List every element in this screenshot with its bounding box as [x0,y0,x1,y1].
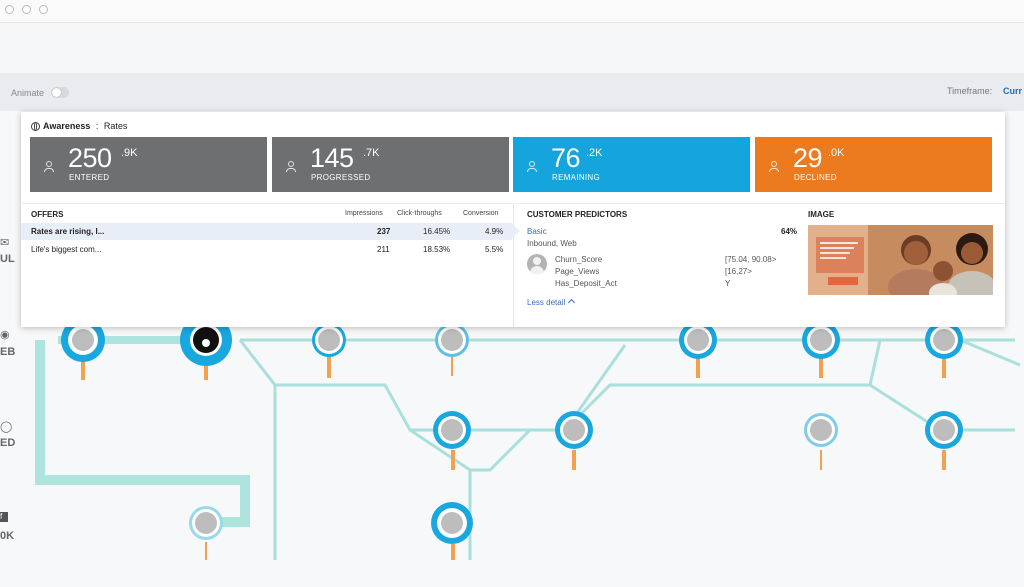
side-label-ul: UL [0,253,15,265]
flow-node [312,323,346,357]
node-stem [81,360,85,380]
section-divider [21,203,1005,204]
node-stem [942,450,946,470]
predictor-model-link[interactable]: Basic [527,227,547,236]
flow-paths [238,338,1021,560]
metric-label: ENTERED [69,173,110,182]
breadcrumb: Awareness : Rates [31,121,127,131]
col-conversion: Conversion [463,210,499,217]
predictor-score: 64% [781,227,798,236]
metric-suffix: .0K [828,147,845,159]
flow-node [189,506,223,540]
node-stem [451,544,455,560]
mail-icon: ✉ [0,237,10,249]
breadcrumb-separator: : [95,121,99,131]
metric-suffix: .7K [363,147,380,159]
globe-icon: ◉ [0,329,10,341]
node-stem [327,356,331,378]
metric-value: 145 [310,143,354,173]
facebook-icon: f [0,512,8,522]
less-detail-label: Less detail [527,298,566,307]
stage-detail-card: Awareness : Rates 250 .9K ENTERED 145 .7… [21,112,1005,327]
metric-label: PROGRESSED [311,173,371,182]
predictors-title: CUSTOMER PREDICTORS [527,210,628,219]
predictor-name: Has_Deposit_Act [555,279,617,288]
offer-name: Rates are rising, I... [31,227,105,236]
node-stem [820,450,822,470]
globe-icon [31,122,40,131]
side-label-0k: 0K [0,530,15,542]
offer-image [808,225,993,295]
flow-node [925,411,963,449]
node-stem [696,356,700,378]
flow-node [431,502,473,544]
headset-icon: ◯ [0,421,13,433]
side-label-ed: ED [0,437,16,449]
offer-name: Life's biggest com... [31,245,102,254]
offer-clickthroughs: 16.45% [423,227,451,236]
node-stem [942,356,946,378]
offer-impressions: 237 [377,227,391,236]
metric-tile-declined[interactable]: 29 .0K DECLINED [755,137,992,192]
predictor-channel: Inbound, Web [527,239,577,248]
predictor-name: Churn_Score [555,255,603,264]
offer-impressions: 211 [377,245,390,254]
image-title: IMAGE [808,210,835,219]
metric-tile-entered[interactable]: 250 .9K ENTERED [30,137,267,192]
offer-photo-illustration [808,225,993,295]
less-detail-link[interactable]: Less detail [527,298,576,307]
predictor-value: Y [725,279,731,288]
offer-conversion: 4.9% [485,227,504,236]
side-label-eb: EB [0,346,16,358]
node-stem [451,450,455,470]
metric-label: REMAINING [552,173,601,182]
metric-label: DECLINED [794,173,837,182]
flow-node [435,323,469,357]
offer-conversion: 5.5% [485,245,504,254]
flow-path-branch-8 [959,338,1021,367]
offer-clickthroughs: 18.53% [423,245,451,254]
person-icon [527,161,537,172]
metric-value: 76 [551,143,581,173]
node-stem [205,542,207,560]
person-icon [286,161,296,172]
avatar [527,254,547,274]
person-icon [44,161,54,172]
flow-node [555,411,593,449]
predictor-value: [75.04, 90.08> [725,255,777,264]
predictor-value: [16,27> [725,267,752,276]
flow-path-main [35,340,250,527]
metric-suffix: .9K [121,147,138,159]
metric-value: 29 [793,143,823,173]
person-icon [769,161,779,172]
selection-pointer [512,224,520,238]
flow-path-branch-7 [868,339,882,386]
flow-node [433,411,471,449]
node-stem [451,356,453,376]
metric-tile-progressed[interactable]: 145 .7K PROGRESSED [272,137,509,192]
breadcrumb-stage: Awareness [43,121,91,131]
breadcrumb-group: Rates [103,121,128,131]
col-clickthroughs: Click-throughs [397,210,442,217]
metric-tile-remaining[interactable]: 76 .2K REMAINING [513,137,750,192]
metric-value: 250 [68,143,112,173]
chevron-up-icon [568,298,576,307]
flow-node [804,413,838,447]
node-stem [819,356,823,378]
metric-suffix: .2K [586,147,603,159]
predictor-name: Page_Views [555,267,600,276]
offers-title: OFFERS [31,210,64,219]
node-stem [572,450,576,470]
col-impressions: Impressions [345,210,383,217]
